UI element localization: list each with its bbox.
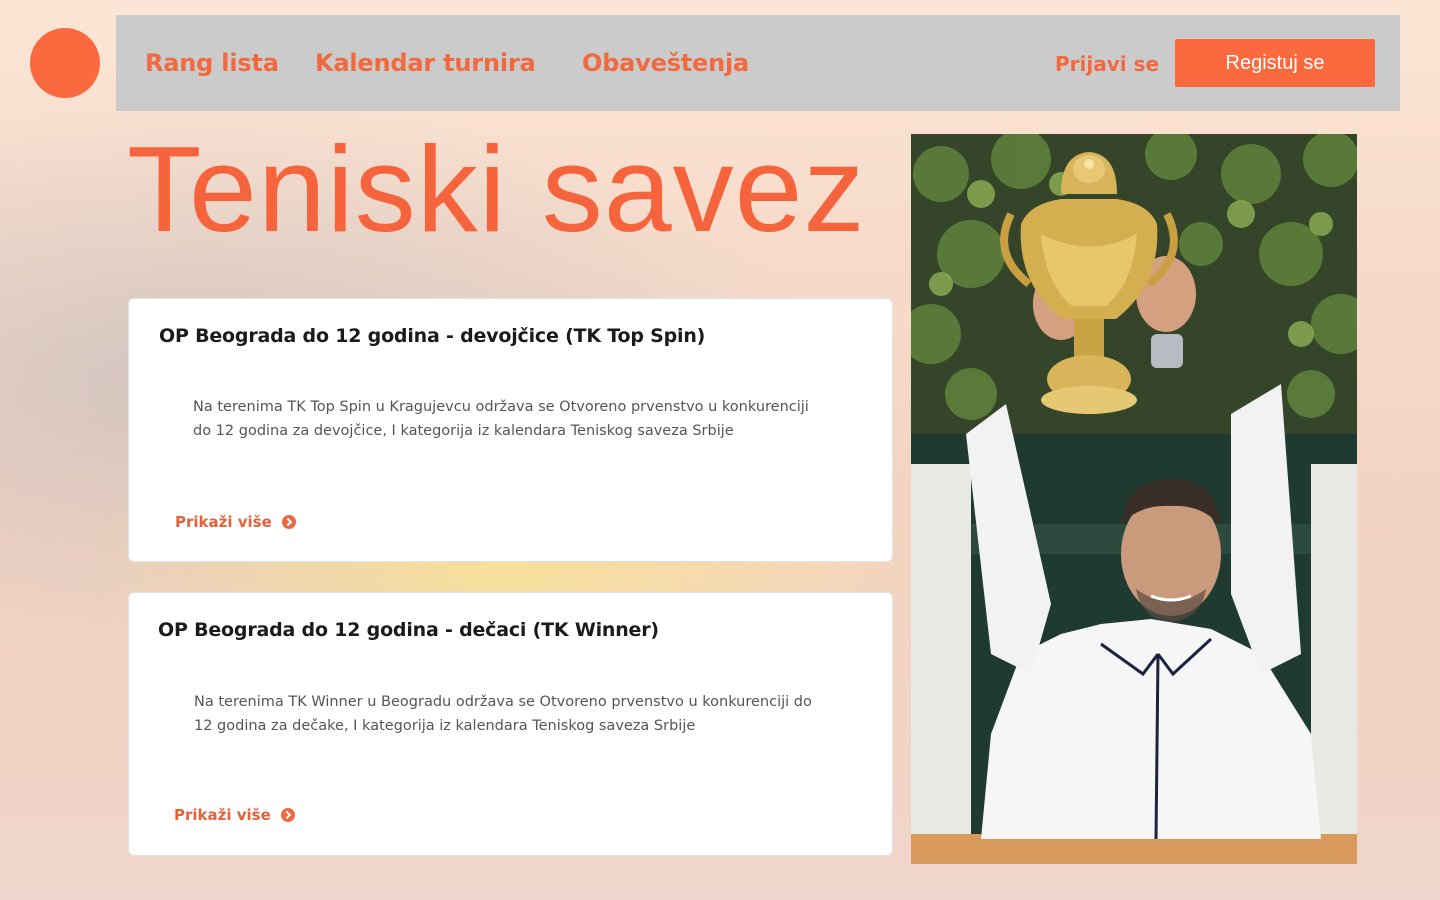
card-description: Na terenima TK Winner u Beogradu održava…	[194, 694, 812, 734]
top-navbar: Rang lista Kalendar turnira Obaveštenja …	[116, 15, 1400, 111]
show-more-link[interactable]: Prikaži više	[174, 806, 295, 824]
card-title: OP Beograda do 12 godina - dečaci (TK Wi…	[158, 619, 659, 641]
card-description: Na terenima TK Top Spin u Kragujevcu odr…	[193, 399, 809, 439]
nav-link-kalendar-turnira[interactable]: Kalendar turnira	[315, 49, 536, 77]
champion-photo	[911, 134, 1357, 864]
show-more-link[interactable]: Prikaži više	[175, 513, 296, 531]
tournament-card: OP Beograda do 12 godina - devojčice (TK…	[128, 298, 893, 562]
show-more-label: Prikaži više	[174, 806, 271, 824]
login-link[interactable]: Prijavi se	[1055, 52, 1159, 76]
register-button[interactable]: Registuj se	[1175, 39, 1375, 87]
tournament-card: OP Beograda do 12 godina - dečaci (TK Wi…	[128, 592, 893, 856]
logo[interactable]	[30, 28, 100, 98]
card-title: OP Beograda do 12 godina - devojčice (TK…	[159, 325, 706, 347]
chevron-right-circle-icon	[281, 515, 296, 529]
chevron-right-circle-icon	[280, 808, 295, 822]
nav-link-obavestenja[interactable]: Obaveštenja	[582, 49, 749, 77]
nav-link-rang-lista[interactable]: Rang lista	[145, 49, 279, 77]
page-title: Teniski savez	[127, 121, 866, 257]
show-more-label: Prikaži više	[175, 513, 272, 531]
